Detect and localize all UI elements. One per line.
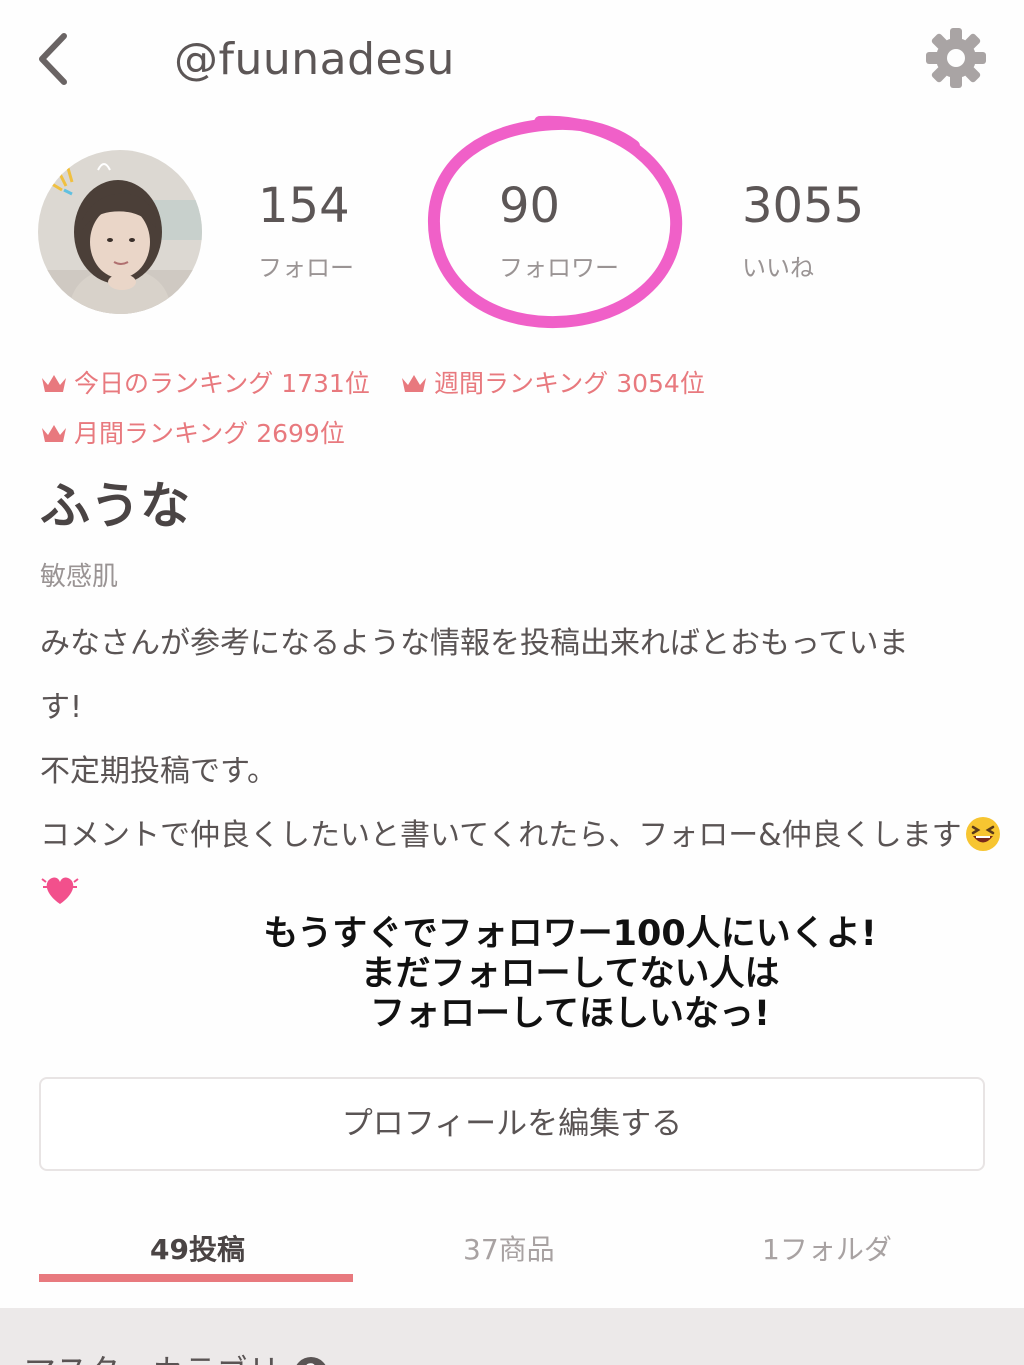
- gear-icon: [926, 28, 986, 88]
- overlay-message: もうすぐでフォロワー100人にいくよ! まだフォローしてない人は フォローしてほ…: [180, 914, 960, 1034]
- following-stat[interactable]: 154 フォロー: [258, 178, 354, 283]
- followers-stat[interactable]: 90 フォロワー: [499, 178, 619, 283]
- back-button[interactable]: [30, 26, 80, 92]
- tab-posts[interactable]: 49投稿: [150, 1228, 245, 1268]
- edit-profile-button[interactable]: プロフィールを編集する: [39, 1077, 985, 1171]
- ranking-monthly[interactable]: 月間ランキング 2699位: [40, 414, 345, 450]
- help-icon[interactable]: ?: [294, 1357, 329, 1365]
- likes-count: 3055: [742, 178, 865, 234]
- overlay-line: もうすぐでフォロワー100人にいくよ!: [263, 914, 877, 954]
- overlay-line: フォローしてほしいなっ!: [370, 994, 770, 1034]
- laughing-face-icon: [965, 817, 1000, 851]
- ranking-daily[interactable]: 今日のランキング 1731位: [40, 364, 370, 400]
- bio-line: 不定期投稿です。: [40, 754, 277, 789]
- followers-count: 90: [499, 178, 561, 234]
- master-category-section: マスターカテゴリ?: [0, 1308, 1024, 1365]
- bio-line-text: コメントで仲良くしたいと書いてくれたら、フォロー&仲良くします: [40, 818, 962, 853]
- crown-icon: [42, 425, 66, 442]
- bio-line: みなさんが参考になるような情報を投稿出来ればとおもっていま: [40, 626, 909, 661]
- following-label: フォロー: [258, 254, 354, 282]
- likes-stat[interactable]: 3055 いいね: [742, 178, 864, 283]
- bio: みなさんが参考になるような情報を投稿出来ればとおもっていま す! 不定期投稿です…: [40, 612, 1000, 932]
- overlay-line: まだフォローしてない人は: [360, 954, 780, 994]
- ranking-monthly-label: 月間ランキング 2699位: [74, 419, 345, 448]
- ranking-weekly[interactable]: 週間ランキング 3054位: [400, 364, 705, 400]
- master-category-header: マスターカテゴリ?: [24, 1346, 329, 1365]
- settings-button[interactable]: [924, 26, 988, 90]
- heart-icon: [41, 877, 79, 904]
- header: @fuunadesu: [0, 0, 1024, 120]
- tab-folders[interactable]: 1フォルダ: [762, 1228, 892, 1268]
- ranking-daily-label: 今日のランキング 1731位: [74, 369, 370, 398]
- avatar[interactable]: [38, 150, 202, 314]
- chevron-left-icon: [39, 33, 67, 85]
- followers-label: フォロワー: [499, 254, 619, 282]
- crown-icon: [42, 375, 66, 392]
- following-count: 154: [258, 178, 350, 234]
- username: @fuunadesu: [174, 34, 455, 85]
- tab-products[interactable]: 37商品: [463, 1228, 555, 1268]
- tab-bar: 49投稿 37商品 1フォルダ: [0, 1210, 1024, 1286]
- likes-label: いいね: [742, 254, 814, 282]
- skin-type: 敏感肌: [40, 562, 119, 592]
- bio-line-with-emoji: コメントで仲良くしたいと書いてくれたら、フォロー&仲良くします: [40, 804, 1000, 868]
- bio-line: す!: [40, 690, 83, 725]
- crown-icon: [402, 375, 426, 392]
- active-tab-indicator: [39, 1274, 353, 1282]
- display-name: ふうな: [40, 477, 190, 535]
- master-category-title: マスターカテゴリ: [24, 1352, 280, 1365]
- ranking-weekly-label: 週間ランキング 3054位: [434, 369, 705, 398]
